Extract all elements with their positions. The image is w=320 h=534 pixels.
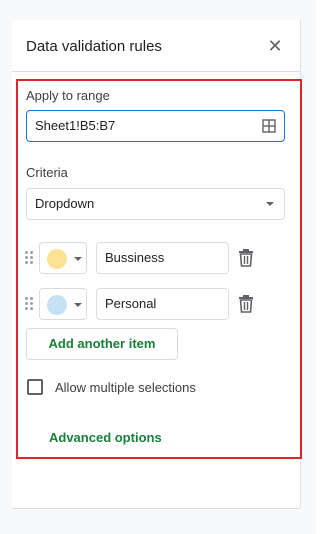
panel-bottom-divider: [12, 508, 300, 509]
close-icon[interactable]: ✕: [267, 37, 283, 55]
chevron-down-icon: [266, 202, 274, 206]
item-color-picker[interactable]: [39, 242, 87, 274]
criteria-selected-value: Dropdown: [35, 196, 95, 211]
drag-handle-icon[interactable]: [25, 251, 33, 265]
trash-icon[interactable]: [238, 249, 254, 267]
range-input[interactable]: Sheet1!B5:B7: [26, 110, 285, 142]
select-range-grid-icon[interactable]: [262, 119, 276, 133]
allow-multiple-selections-checkbox[interactable]: [27, 379, 43, 395]
dropdown-item-value: Bussiness: [105, 250, 165, 265]
screenshot-canvas: Data validation rules ✕ Apply to range S…: [0, 0, 316, 534]
criteria-select[interactable]: Dropdown: [26, 188, 285, 220]
panel-right-border: [300, 20, 301, 508]
add-another-item-button[interactable]: Add another item: [26, 328, 178, 360]
dropdown-item-input[interactable]: Personal: [96, 288, 229, 320]
allow-multiple-selections-label: Allow multiple selections: [55, 380, 196, 395]
drag-handle-icon[interactable]: [25, 297, 33, 311]
item-color-picker[interactable]: [39, 288, 87, 320]
panel-title: Data validation rules: [26, 38, 162, 55]
range-input-value: Sheet1!B5:B7: [35, 118, 116, 133]
chevron-down-icon: [74, 303, 82, 307]
trash-icon[interactable]: [238, 295, 254, 313]
criteria-label: Criteria: [26, 165, 68, 180]
apply-to-range-label: Apply to range: [26, 88, 110, 103]
color-swatch: [47, 249, 67, 269]
dropdown-item-input[interactable]: Bussiness: [96, 242, 229, 274]
chevron-down-icon: [74, 257, 82, 261]
dropdown-item-value: Personal: [105, 296, 157, 311]
color-swatch: [47, 295, 67, 315]
advanced-options-link[interactable]: Advanced options: [49, 430, 162, 445]
header-divider: [12, 71, 300, 72]
